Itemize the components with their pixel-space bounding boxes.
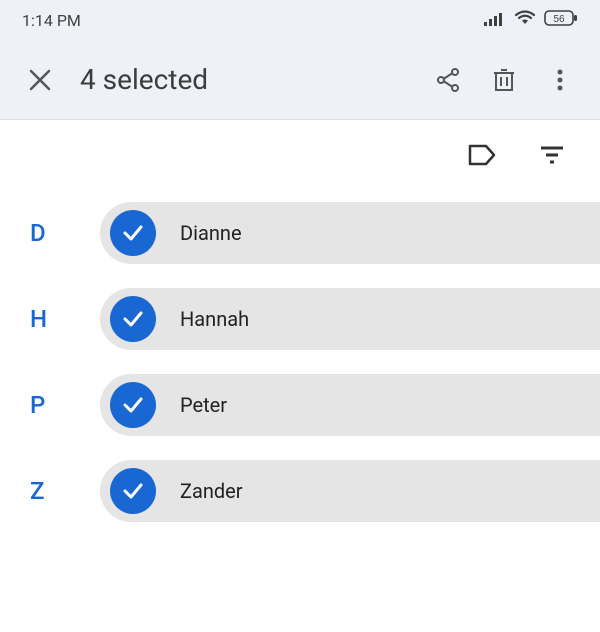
selection-header: 4 selected <box>0 40 600 120</box>
battery-level: 56 <box>553 14 565 25</box>
contact-row: D Dianne <box>0 190 600 276</box>
check-icon <box>120 392 146 418</box>
share-button[interactable] <box>434 66 462 94</box>
contact-item-dianne[interactable]: Dianne <box>100 202 600 264</box>
contact-name: Dianne <box>180 221 242 245</box>
toolbar <box>0 120 600 190</box>
signal-icon <box>484 10 506 30</box>
filter-button[interactable] <box>538 141 566 169</box>
status-bar: 1:14 PM 56 <box>0 0 600 40</box>
label-icon <box>468 144 496 166</box>
contacts-list: D Dianne H Hannah P <box>0 190 600 534</box>
header-actions <box>434 66 582 94</box>
selection-count: 4 selected <box>80 63 434 96</box>
contact-row: Z Zander <box>0 448 600 534</box>
section-letter: D <box>30 219 100 247</box>
contact-row: H Hannah <box>0 276 600 362</box>
contact-name: Zander <box>180 479 243 503</box>
close-icon <box>27 67 53 93</box>
section-letter: P <box>30 391 100 419</box>
selected-check <box>110 468 156 514</box>
label-button[interactable] <box>468 141 496 169</box>
delete-button[interactable] <box>490 66 518 94</box>
contact-name: Peter <box>180 393 227 417</box>
more-vert-icon <box>556 67 564 93</box>
close-button[interactable] <box>18 58 62 102</box>
status-time: 1:14 PM <box>22 11 81 30</box>
contact-row: P Peter <box>0 362 600 448</box>
wifi-icon <box>514 10 536 30</box>
check-icon <box>120 478 146 504</box>
contact-item-zander[interactable]: Zander <box>100 460 600 522</box>
check-icon <box>120 220 146 246</box>
section-letter: H <box>30 305 100 333</box>
selected-check <box>110 210 156 256</box>
section-letter: Z <box>30 477 100 505</box>
selected-check <box>110 296 156 342</box>
selected-check <box>110 382 156 428</box>
contact-item-peter[interactable]: Peter <box>100 374 600 436</box>
more-button[interactable] <box>546 66 574 94</box>
contact-name: Hannah <box>180 307 249 331</box>
check-icon <box>120 306 146 332</box>
status-indicators: 56 <box>484 9 578 31</box>
trash-icon <box>492 67 516 93</box>
battery-icon: 56 <box>544 9 578 31</box>
contact-item-hannah[interactable]: Hannah <box>100 288 600 350</box>
filter-icon <box>539 145 565 165</box>
share-icon <box>435 67 461 93</box>
